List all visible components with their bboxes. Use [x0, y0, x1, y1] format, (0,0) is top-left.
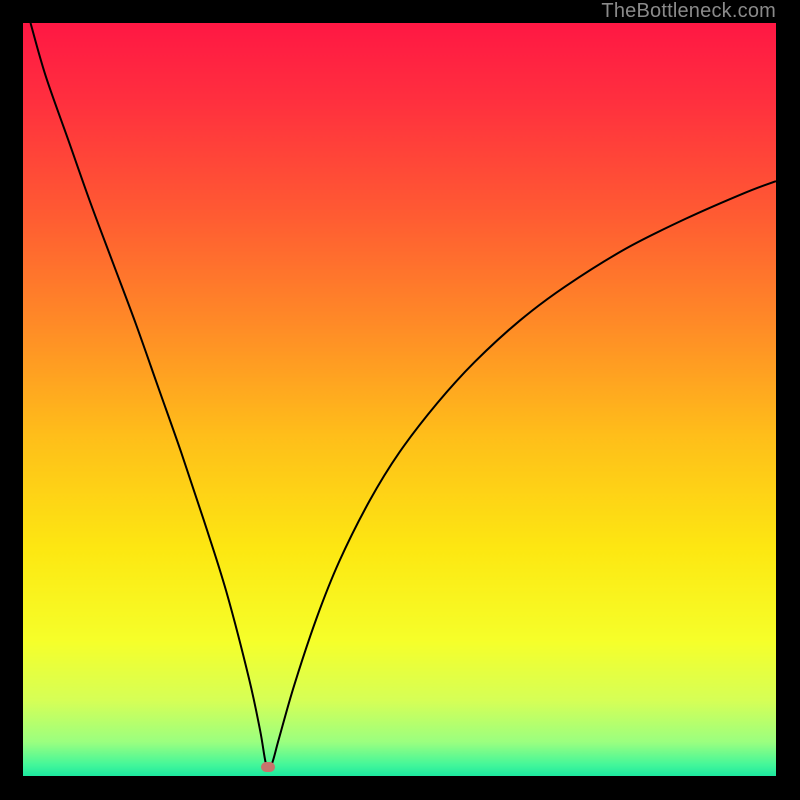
- optimal-point-marker: [261, 762, 275, 772]
- watermark-text: TheBottleneck.com: [601, 0, 776, 23]
- bottleneck-curve: [23, 23, 776, 776]
- chart-frame: [23, 23, 776, 776]
